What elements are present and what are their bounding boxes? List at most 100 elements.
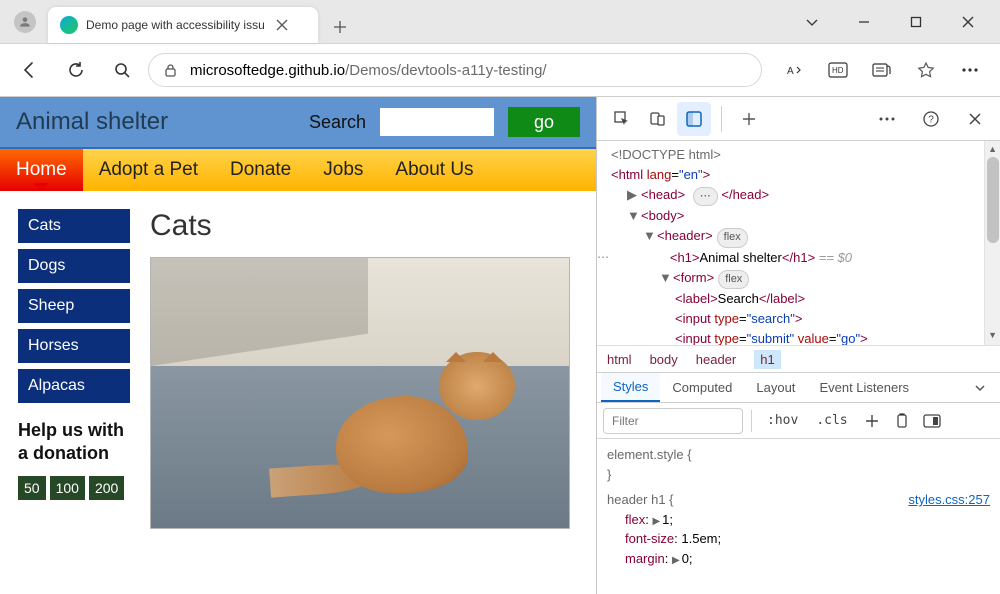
stylesheet-link[interactable]: styles.css:257 — [908, 490, 990, 510]
hov-toggle[interactable]: :hov — [760, 410, 805, 431]
lock-icon — [163, 63, 178, 78]
sidebar-item-alpacas[interactable]: Alpacas — [18, 369, 130, 403]
styles-rules[interactable]: element.style { } styles.css:257 header … — [597, 439, 1000, 594]
flex-badge: flex — [717, 228, 748, 247]
tab-title: Demo page with accessibility issu — [86, 18, 265, 32]
page-heading: Cats — [150, 209, 570, 243]
svg-text:A: A — [787, 66, 794, 77]
donation-buttons: 50 100 200 — [18, 476, 130, 500]
search-label: Search — [309, 112, 366, 133]
elements-tab-button[interactable] — [677, 102, 711, 136]
tab-actions-button[interactable] — [798, 8, 826, 36]
expand-toggle[interactable]: ▼ — [627, 206, 639, 226]
url-text: microsoftedge.github.io/Demos/devtools-a… — [190, 62, 547, 79]
rule-selector: header h1 { — [607, 492, 674, 507]
scroll-thumb[interactable] — [987, 157, 999, 243]
site-title: Animal shelter — [16, 108, 168, 136]
device-emulation-button[interactable] — [641, 102, 675, 136]
profile-avatar[interactable] — [14, 11, 36, 33]
reader-button[interactable] — [862, 50, 902, 90]
styles-tabs: Styles Computed Layout Event Listeners — [597, 373, 1000, 403]
url-host: microsoftedge.github.io — [190, 62, 345, 79]
donation-heading: Help us with a donation — [18, 419, 130, 466]
donate-200[interactable]: 200 — [89, 476, 124, 500]
nav-item-adopt[interactable]: Adopt a Pet — [83, 149, 214, 191]
expand-toggle[interactable]: ▼ — [643, 226, 655, 246]
donate-100[interactable]: 100 — [50, 476, 85, 500]
window-minimize-button[interactable] — [850, 8, 878, 36]
ellipsis-pill[interactable]: ⋯ — [693, 187, 718, 206]
dom-doctype: <!DOCTYPE html> — [611, 147, 721, 162]
devtools-close-button[interactable] — [958, 102, 992, 136]
cat-photo — [150, 257, 570, 529]
new-style-rule-button[interactable] — [859, 408, 885, 434]
nav-item-home[interactable]: Home — [0, 149, 83, 191]
tab-computed[interactable]: Computed — [660, 374, 744, 401]
styles-pane-icon[interactable] — [889, 408, 915, 434]
address-bar[interactable]: microsoftedge.github.io/Demos/devtools-a… — [148, 53, 762, 87]
devtools-new-tab-button[interactable] — [732, 102, 766, 136]
favorite-button[interactable] — [906, 50, 946, 90]
tab-layout[interactable]: Layout — [744, 374, 807, 401]
expand-toggle[interactable]: ▶ — [627, 185, 639, 205]
devtools-panel: ? ▲ ▼ <!DOCTYPE html> <html lang="en"> ▶… — [597, 97, 1000, 594]
back-button[interactable] — [10, 50, 50, 90]
flex-badge: flex — [718, 270, 749, 289]
new-tab-button[interactable] — [324, 11, 356, 43]
expand-shorthand-icon[interactable]: ▶ — [652, 514, 660, 529]
element-style-open: element.style { — [607, 447, 692, 462]
expand-shorthand-icon[interactable]: ▶ — [672, 553, 680, 568]
expand-panes-button[interactable] — [964, 382, 996, 394]
window-controls — [786, 0, 994, 44]
styles-filter-input[interactable] — [603, 408, 743, 434]
svg-text:?: ? — [928, 114, 934, 125]
crumb-body[interactable]: body — [650, 352, 678, 367]
window-close-button[interactable] — [954, 8, 982, 36]
read-aloud-button[interactable]: A — [774, 50, 814, 90]
crumb-h1[interactable]: h1 — [754, 350, 780, 369]
donate-50[interactable]: 50 — [18, 476, 46, 500]
sidebar-item-sheep[interactable]: Sheep — [18, 289, 130, 323]
tab-close-button[interactable] — [275, 18, 289, 32]
cls-toggle[interactable]: .cls — [809, 410, 854, 431]
inspect-element-button[interactable] — [605, 102, 639, 136]
browser-toolbar: microsoftedge.github.io/Demos/devtools-a… — [0, 44, 1000, 96]
crumb-header[interactable]: header — [696, 352, 736, 367]
devtools-more-button[interactable] — [870, 102, 904, 136]
site-header: Animal shelter Search go — [0, 97, 596, 147]
window-maximize-button[interactable] — [902, 8, 930, 36]
search-submit-button[interactable]: go — [508, 107, 580, 137]
browser-tab[interactable]: Demo page with accessibility issu — [48, 7, 318, 43]
url-path: /Demos/devtools-a11y-testing/ — [345, 62, 546, 79]
edge-favicon-icon — [60, 16, 78, 34]
expand-toggle[interactable]: ▼ — [659, 268, 671, 288]
devtools-help-button[interactable]: ? — [914, 102, 948, 136]
selected-dom-node[interactable]: ⋯ <h1>Animal shelter</h1> == $0 — [611, 248, 1000, 268]
dom-tree[interactable]: ▲ ▼ <!DOCTYPE html> <html lang="en"> ▶<h… — [597, 141, 1000, 345]
search-input[interactable] — [380, 108, 494, 136]
nav-item-jobs[interactable]: Jobs — [307, 149, 379, 191]
tab-event-listeners[interactable]: Event Listeners — [807, 374, 921, 401]
dom-scrollbar[interactable]: ▲ ▼ — [984, 141, 1000, 345]
svg-text:HD: HD — [832, 66, 844, 75]
hd-button[interactable]: HD — [818, 50, 858, 90]
main-column: Cats — [150, 209, 570, 529]
styles-toolbar: :hov .cls — [597, 403, 1000, 439]
scroll-down-icon[interactable]: ▼ — [988, 329, 997, 343]
sidebar: Cats Dogs Sheep Horses Alpacas Help us w… — [18, 209, 130, 529]
sidebar-item-dogs[interactable]: Dogs — [18, 249, 130, 283]
crumb-html[interactable]: html — [607, 352, 632, 367]
sidebar-item-cats[interactable]: Cats — [18, 209, 130, 243]
computed-panel-icon[interactable] — [919, 408, 945, 434]
overflow-menu-button[interactable] — [950, 50, 990, 90]
sidebar-item-horses[interactable]: Horses — [18, 329, 130, 363]
scroll-up-icon[interactable]: ▲ — [988, 143, 997, 157]
tab-styles[interactable]: Styles — [601, 373, 660, 402]
refresh-button[interactable] — [56, 50, 96, 90]
page-viewport: Animal shelter Search go Home Adopt a Pe… — [0, 97, 597, 594]
devtools-toolbar: ? — [597, 97, 1000, 141]
search-button[interactable] — [102, 50, 142, 90]
nav-item-donate[interactable]: Donate — [214, 149, 307, 191]
nav-item-about[interactable]: About Us — [379, 149, 489, 191]
primary-nav: Home Adopt a Pet Donate Jobs About Us — [0, 147, 596, 191]
